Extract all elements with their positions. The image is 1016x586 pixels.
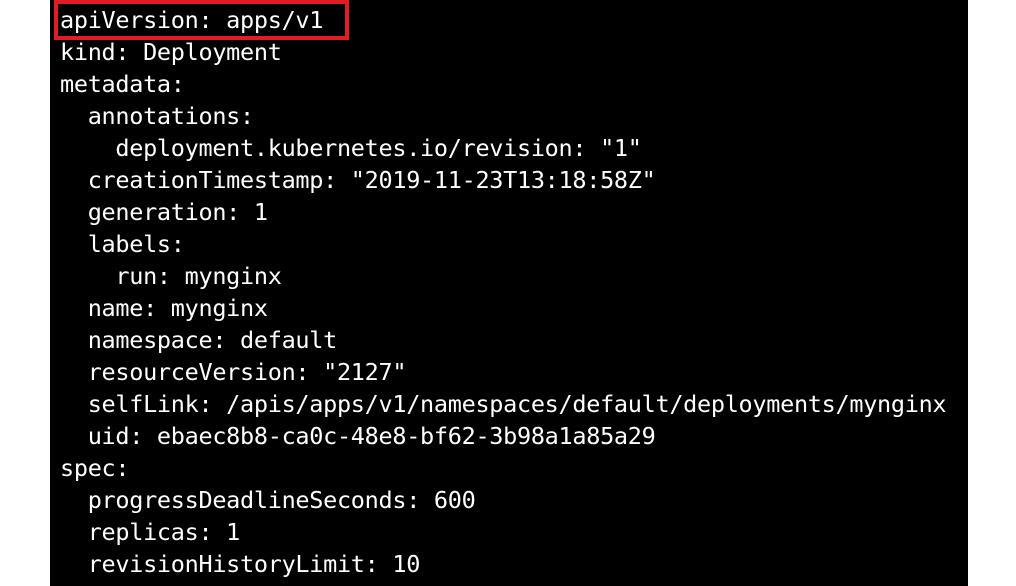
yaml-line-spec: spec:: [60, 454, 130, 482]
yaml-line-uid: uid: ebaec8b8-ca0c-48e8-bf62-3b98a1a85a2…: [60, 422, 656, 450]
yaml-line-name: name: mynginx: [60, 294, 268, 322]
yaml-output: apiVersion: apps/v1 kind: Deployment met…: [60, 4, 947, 580]
yaml-line-kind: kind: Deployment: [60, 38, 282, 66]
yaml-line-labels: labels:: [60, 230, 185, 258]
yaml-line-namespace: namespace: default: [60, 326, 338, 354]
yaml-line-creation-timestamp: creationTimestamp: "2019-11-23T13:18:58Z…: [60, 166, 656, 194]
yaml-line-revision: deployment.kubernetes.io/revision: "1": [60, 134, 642, 162]
yaml-line-annotations: annotations:: [60, 102, 254, 130]
yaml-line-metadata: metadata:: [60, 70, 185, 98]
yaml-line-replicas: replicas: 1: [60, 518, 241, 546]
yaml-line-selflink: selfLink: /apis/apps/v1/namespaces/defau…: [60, 390, 947, 418]
yaml-line-generation: generation: 1: [60, 198, 268, 226]
yaml-line-resource-version: resourceVersion: "2127": [60, 358, 407, 386]
yaml-line-progress-deadline: progressDeadlineSeconds: 600: [60, 486, 476, 514]
terminal-window: apiVersion: apps/v1 kind: Deployment met…: [50, 0, 968, 586]
yaml-line-revision-history-limit: revisionHistoryLimit: 10: [60, 550, 421, 578]
yaml-line-apiversion: apiVersion: apps/v1: [60, 6, 324, 34]
yaml-line-run: run: mynginx: [60, 262, 282, 290]
